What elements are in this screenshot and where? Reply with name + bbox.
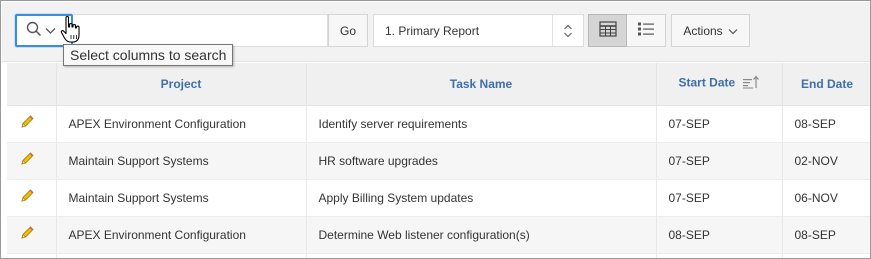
- cell-project: Maintain Support Systems: [56, 179, 307, 217]
- cell-end-date: 08-SEP: [782, 105, 870, 143]
- cell-start-date: 08-SEP: [656, 216, 783, 254]
- column-header-start-date[interactable]: Start Date: [656, 63, 783, 106]
- table-row: APEX Environment Configuration Identify …: [7, 105, 870, 143]
- cell-start-date: 07-SEP: [656, 142, 783, 180]
- edit-link[interactable]: [7, 216, 57, 254]
- search-tooltip: Select columns to search: [63, 44, 234, 66]
- report-select[interactable]: 1. Primary Report: [373, 14, 584, 47]
- search-icon: [26, 21, 42, 40]
- table-header-row: Project Task Name Start Date End Date: [7, 63, 870, 106]
- edit-link[interactable]: [7, 142, 57, 180]
- table-row: Maintain Support Systems Apply Billing S…: [7, 179, 870, 217]
- cell-task-name: Identify server requirements: [306, 105, 657, 143]
- edit-column-header: [7, 63, 57, 106]
- list-view-icon: [637, 21, 655, 40]
- pencil-icon: [19, 115, 35, 133]
- search-input[interactable]: [73, 14, 328, 47]
- cell-project: APEX Environment Configuration: [56, 105, 307, 143]
- cell-task-name: HR software upgrades: [306, 142, 657, 180]
- sort-ascending-icon: [742, 75, 760, 92]
- cell-task-name: Apply Billing System updates: [306, 179, 657, 217]
- pencil-icon: [19, 226, 35, 244]
- column-header-task-name[interactable]: Task Name: [306, 63, 657, 106]
- hand-pointer-cursor: [59, 15, 83, 45]
- cell-end-date: 02-NOV: [782, 142, 870, 180]
- report-table: Project Task Name Start Date End Date AP…: [7, 63, 870, 258]
- chevron-down-icon: [728, 24, 738, 38]
- cell-start-date: 07-SEP: [656, 179, 783, 217]
- list-view-button[interactable]: [627, 14, 666, 47]
- column-header-end-date[interactable]: End Date: [782, 63, 870, 106]
- edit-link[interactable]: [7, 105, 57, 143]
- pencil-icon: [19, 189, 35, 207]
- chevron-down-icon: [45, 24, 56, 38]
- view-toggle-group: [588, 14, 666, 47]
- actions-menu-button[interactable]: Actions: [671, 14, 750, 47]
- table-row: Maintain Support Systems HR software upg…: [7, 142, 870, 180]
- edit-link[interactable]: [7, 179, 57, 217]
- cell-end-date: 06-NOV: [782, 179, 870, 217]
- select-arrows-icon: [552, 15, 583, 46]
- cell-start-date: 07-SEP: [656, 105, 783, 143]
- pencil-icon: [19, 152, 35, 170]
- interactive-report: Go 1. Primary Report Actions Select colu…: [0, 0, 871, 259]
- cell-task-name: Determine Web listener configuration(s): [306, 216, 657, 254]
- cell-project: APEX Environment Configuration: [56, 216, 307, 254]
- cell-project: Maintain Support Systems: [56, 142, 307, 180]
- report-select-value: 1. Primary Report: [385, 23, 480, 38]
- grid-view-button[interactable]: [588, 14, 627, 47]
- table-row: APEX Environment Configuration Determine…: [7, 216, 870, 254]
- grid-view-icon: [598, 21, 617, 40]
- actions-label: Actions: [683, 23, 723, 38]
- table-row: [7, 253, 870, 258]
- column-header-project[interactable]: Project: [56, 63, 307, 106]
- go-button[interactable]: Go: [328, 14, 368, 47]
- cell-end-date: 08-SEP: [782, 216, 870, 254]
